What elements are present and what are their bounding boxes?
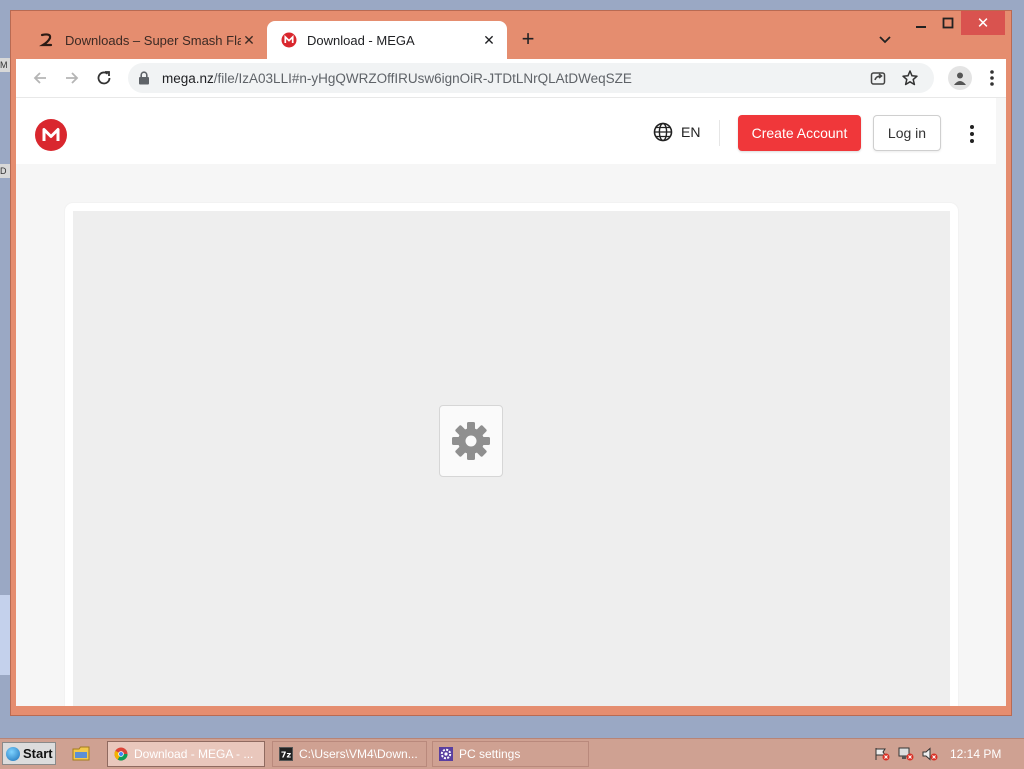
tab-close-icon[interactable]: ✕ bbox=[241, 32, 257, 48]
reload-icon[interactable] bbox=[92, 66, 116, 90]
back-arrow-icon[interactable] bbox=[28, 66, 52, 90]
taskbar: Start Download - MEGA - ... 7z C:\Users\… bbox=[0, 738, 1024, 769]
tab-close-icon[interactable]: ✕ bbox=[481, 32, 497, 48]
taskbar-item-label: Download - MEGA - ... bbox=[134, 747, 254, 761]
chrome-icon bbox=[114, 747, 128, 761]
globe-icon bbox=[653, 122, 673, 142]
tab-search-chevron-icon[interactable] bbox=[875, 29, 895, 49]
system-clock[interactable]: 12:14 PM bbox=[950, 747, 1001, 761]
taskbar-item-label: C:\Users\VM4\Down... bbox=[299, 747, 418, 761]
url-path: /file/IzA03LLI#n-yHgQWRZOffIRUsw6ignOiR-… bbox=[213, 70, 632, 86]
mega-logo-icon[interactable] bbox=[35, 119, 67, 151]
profile-avatar-icon[interactable] bbox=[948, 66, 972, 90]
taskbar-item-pc-settings[interactable]: PC settings bbox=[432, 741, 589, 767]
action-center-flag-icon[interactable] bbox=[874, 747, 890, 761]
browser-menu-icon[interactable] bbox=[980, 66, 1004, 90]
language-selector[interactable]: EN bbox=[653, 122, 700, 142]
desktop-icon-fragment[interactable]: D bbox=[0, 164, 10, 178]
browser-window: Downloads – Super Smash Flash ✕ Download… bbox=[10, 10, 1012, 716]
create-account-button[interactable]: Create Account bbox=[738, 115, 861, 151]
login-button[interactable]: Log in bbox=[873, 115, 941, 151]
bookmark-star-icon[interactable] bbox=[900, 68, 920, 88]
taskbar-item-chrome[interactable]: Download - MEGA - ... bbox=[107, 741, 265, 767]
taskbar-item-label: PC settings bbox=[459, 747, 521, 761]
tab-strip: Downloads – Super Smash Flash ✕ Download… bbox=[11, 11, 1011, 59]
forward-arrow-icon[interactable] bbox=[60, 66, 84, 90]
lock-icon[interactable] bbox=[138, 71, 154, 85]
volume-muted-icon[interactable] bbox=[922, 747, 938, 761]
start-label: Start bbox=[23, 746, 53, 761]
windows-orb-icon bbox=[6, 746, 20, 761]
tab-title: Downloads – Super Smash Flash bbox=[65, 32, 241, 48]
browser-toolbar: mega.nz/file/IzA03LLI#n-yHgQWRZOffIRUsw6… bbox=[16, 59, 1006, 98]
loading-spinner bbox=[439, 405, 503, 477]
new-tab-plus-icon[interactable]: + bbox=[516, 28, 540, 52]
url-host: mega.nz bbox=[162, 70, 214, 86]
settings-gear-icon bbox=[439, 747, 453, 761]
share-icon[interactable] bbox=[868, 68, 888, 88]
file-explorer-icon[interactable] bbox=[72, 745, 90, 762]
maximize-icon[interactable] bbox=[936, 11, 960, 35]
ssf-favicon-icon bbox=[39, 32, 55, 48]
minimize-icon[interactable] bbox=[909, 11, 933, 35]
desktop-background bbox=[0, 595, 10, 675]
window-close-icon[interactable]: ✕ bbox=[961, 11, 1005, 35]
mega-header: EN Create Account Log in bbox=[16, 98, 996, 164]
gear-icon bbox=[452, 422, 490, 460]
language-label: EN bbox=[681, 124, 701, 140]
more-options-icon[interactable] bbox=[960, 122, 984, 146]
start-button[interactable]: Start bbox=[2, 742, 56, 765]
mega-favicon-icon bbox=[281, 32, 297, 48]
desktop-icon-fragment[interactable]: M bbox=[0, 58, 10, 72]
url-text: mega.nz/file/IzA03LLI#n-yHgQWRZOffIRUsw6… bbox=[162, 71, 632, 86]
file-card bbox=[65, 203, 958, 706]
tab-title: Download - MEGA bbox=[307, 32, 415, 48]
taskbar-item-7zip[interactable]: 7z C:\Users\VM4\Down... bbox=[272, 741, 427, 767]
network-icon[interactable] bbox=[898, 747, 914, 761]
7zip-icon: 7z bbox=[279, 747, 293, 761]
header-divider bbox=[719, 120, 720, 146]
address-bar[interactable]: mega.nz/file/IzA03LLI#n-yHgQWRZOffIRUsw6… bbox=[128, 63, 934, 93]
svg-text:7z: 7z bbox=[281, 751, 292, 760]
file-preview-area bbox=[73, 211, 950, 706]
tab-super-smash-flash[interactable]: Downloads – Super Smash Flash ✕ bbox=[25, 21, 267, 59]
tab-mega-download[interactable]: Download - MEGA ✕ bbox=[267, 21, 507, 59]
page-content: EN Create Account Log in bbox=[16, 98, 1006, 706]
